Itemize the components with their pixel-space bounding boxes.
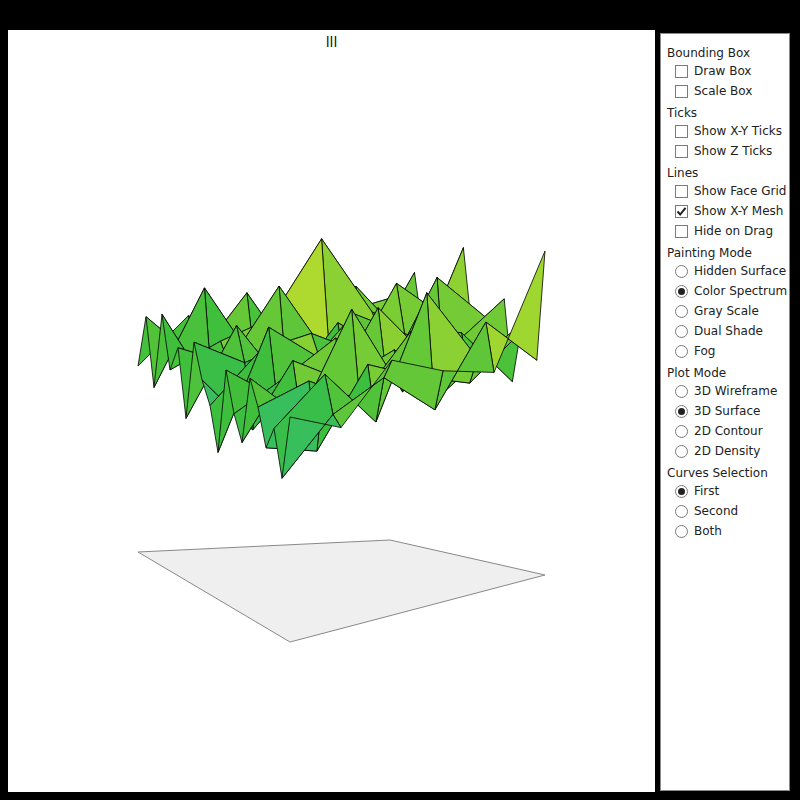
option-label[interactable]: Gray Scale: [694, 304, 759, 319]
option-label[interactable]: Show X-Y Mesh: [694, 204, 783, 219]
checkbox[interactable]: [675, 125, 688, 138]
surface-plot[interactable]: [8, 50, 655, 792]
checkbox[interactable]: [675, 145, 688, 158]
radio-button[interactable]: [675, 305, 688, 318]
radio-option[interactable]: 3D Wireframe: [667, 381, 789, 401]
base-plane: [138, 540, 545, 642]
checkbox-option[interactable]: Show X-Y Ticks: [667, 121, 789, 141]
checkbox-option[interactable]: Show X-Y Mesh: [667, 201, 789, 221]
checkbox[interactable]: [675, 185, 688, 198]
checkbox-option[interactable]: Draw Box: [667, 61, 789, 81]
option-label[interactable]: 3D Wireframe: [694, 384, 777, 399]
option-label[interactable]: Show X-Y Ticks: [694, 124, 782, 139]
control-panel: Bounding Box Draw Box Scale Box Ticks Show X…: [660, 33, 790, 791]
checkbox-option[interactable]: Show Face Grid: [667, 181, 789, 201]
option-label[interactable]: First: [694, 484, 719, 499]
option-label[interactable]: Dual Shade: [694, 324, 763, 339]
checkbox[interactable]: [675, 205, 688, 218]
radio-dot: [678, 408, 685, 415]
surface-cell: [486, 251, 545, 372]
option-label[interactable]: Draw Box: [694, 64, 751, 79]
radio-dot: [678, 288, 685, 295]
section-title: Bounding Box: [667, 46, 789, 61]
option-label[interactable]: 2D Density: [694, 444, 760, 459]
section-title: Painting Mode: [667, 246, 789, 261]
option-label[interactable]: Show Z Ticks: [694, 144, 772, 159]
option-label[interactable]: Hidden Surface: [694, 264, 786, 279]
radio-option[interactable]: Fog: [667, 341, 789, 361]
app-window: lll Bounding Box Draw Box Scale Box Ticks Sh…: [0, 0, 800, 800]
radio-button[interactable]: [675, 385, 688, 398]
checkbox-option[interactable]: Scale Box: [667, 81, 789, 101]
option-label[interactable]: Scale Box: [694, 84, 752, 99]
radio-option[interactable]: 2D Density: [667, 441, 789, 461]
section-title: Plot Mode: [667, 366, 789, 381]
radio-option[interactable]: First: [667, 481, 789, 501]
option-label[interactable]: Both: [694, 524, 722, 539]
plot-area[interactable]: lll: [8, 30, 655, 792]
option-label[interactable]: 2D Contour: [694, 424, 763, 439]
radio-option[interactable]: Both: [667, 521, 789, 541]
check-icon: [676, 206, 687, 217]
radio-button[interactable]: [675, 285, 688, 298]
option-label[interactable]: Show Face Grid: [694, 184, 786, 199]
radio-option[interactable]: Gray Scale: [667, 301, 789, 321]
radio-button[interactable]: [675, 525, 688, 538]
radio-button[interactable]: [675, 445, 688, 458]
radio-option[interactable]: Second: [667, 501, 789, 521]
radio-button[interactable]: [675, 325, 688, 338]
radio-option[interactable]: Color Spectrum: [667, 281, 789, 301]
radio-button[interactable]: [675, 505, 688, 518]
radio-option[interactable]: 2D Contour: [667, 421, 789, 441]
radio-button[interactable]: [675, 425, 688, 438]
checkbox[interactable]: [675, 85, 688, 98]
section-title: Lines: [667, 166, 789, 181]
radio-button[interactable]: [675, 485, 688, 498]
option-label[interactable]: Second: [694, 504, 738, 519]
checkbox-option[interactable]: Show Z Ticks: [667, 141, 789, 161]
radio-option[interactable]: 3D Surface: [667, 401, 789, 421]
surface-cell: [333, 360, 392, 427]
surface-cell: [435, 322, 494, 410]
option-label[interactable]: Hide on Drag: [694, 224, 773, 239]
option-label[interactable]: Fog: [694, 344, 715, 359]
radio-option[interactable]: Dual Shade: [667, 321, 789, 341]
option-label[interactable]: Color Spectrum: [694, 284, 787, 299]
radio-button[interactable]: [675, 265, 688, 278]
radio-option[interactable]: Hidden Surface: [667, 261, 789, 281]
option-label[interactable]: 3D Surface: [694, 404, 760, 419]
surface-cell: [384, 360, 443, 410]
checkbox-option[interactable]: Hide on Drag: [667, 221, 789, 241]
radio-dot: [678, 488, 685, 495]
section-title: Ticks: [667, 106, 789, 121]
checkbox[interactable]: [675, 65, 688, 78]
surface-cell: [282, 414, 341, 478]
plot-title: lll: [8, 30, 655, 50]
radio-button[interactable]: [675, 405, 688, 418]
section-title: Curves Selection: [667, 466, 789, 481]
radio-button[interactable]: [675, 345, 688, 358]
checkbox[interactable]: [675, 225, 688, 238]
